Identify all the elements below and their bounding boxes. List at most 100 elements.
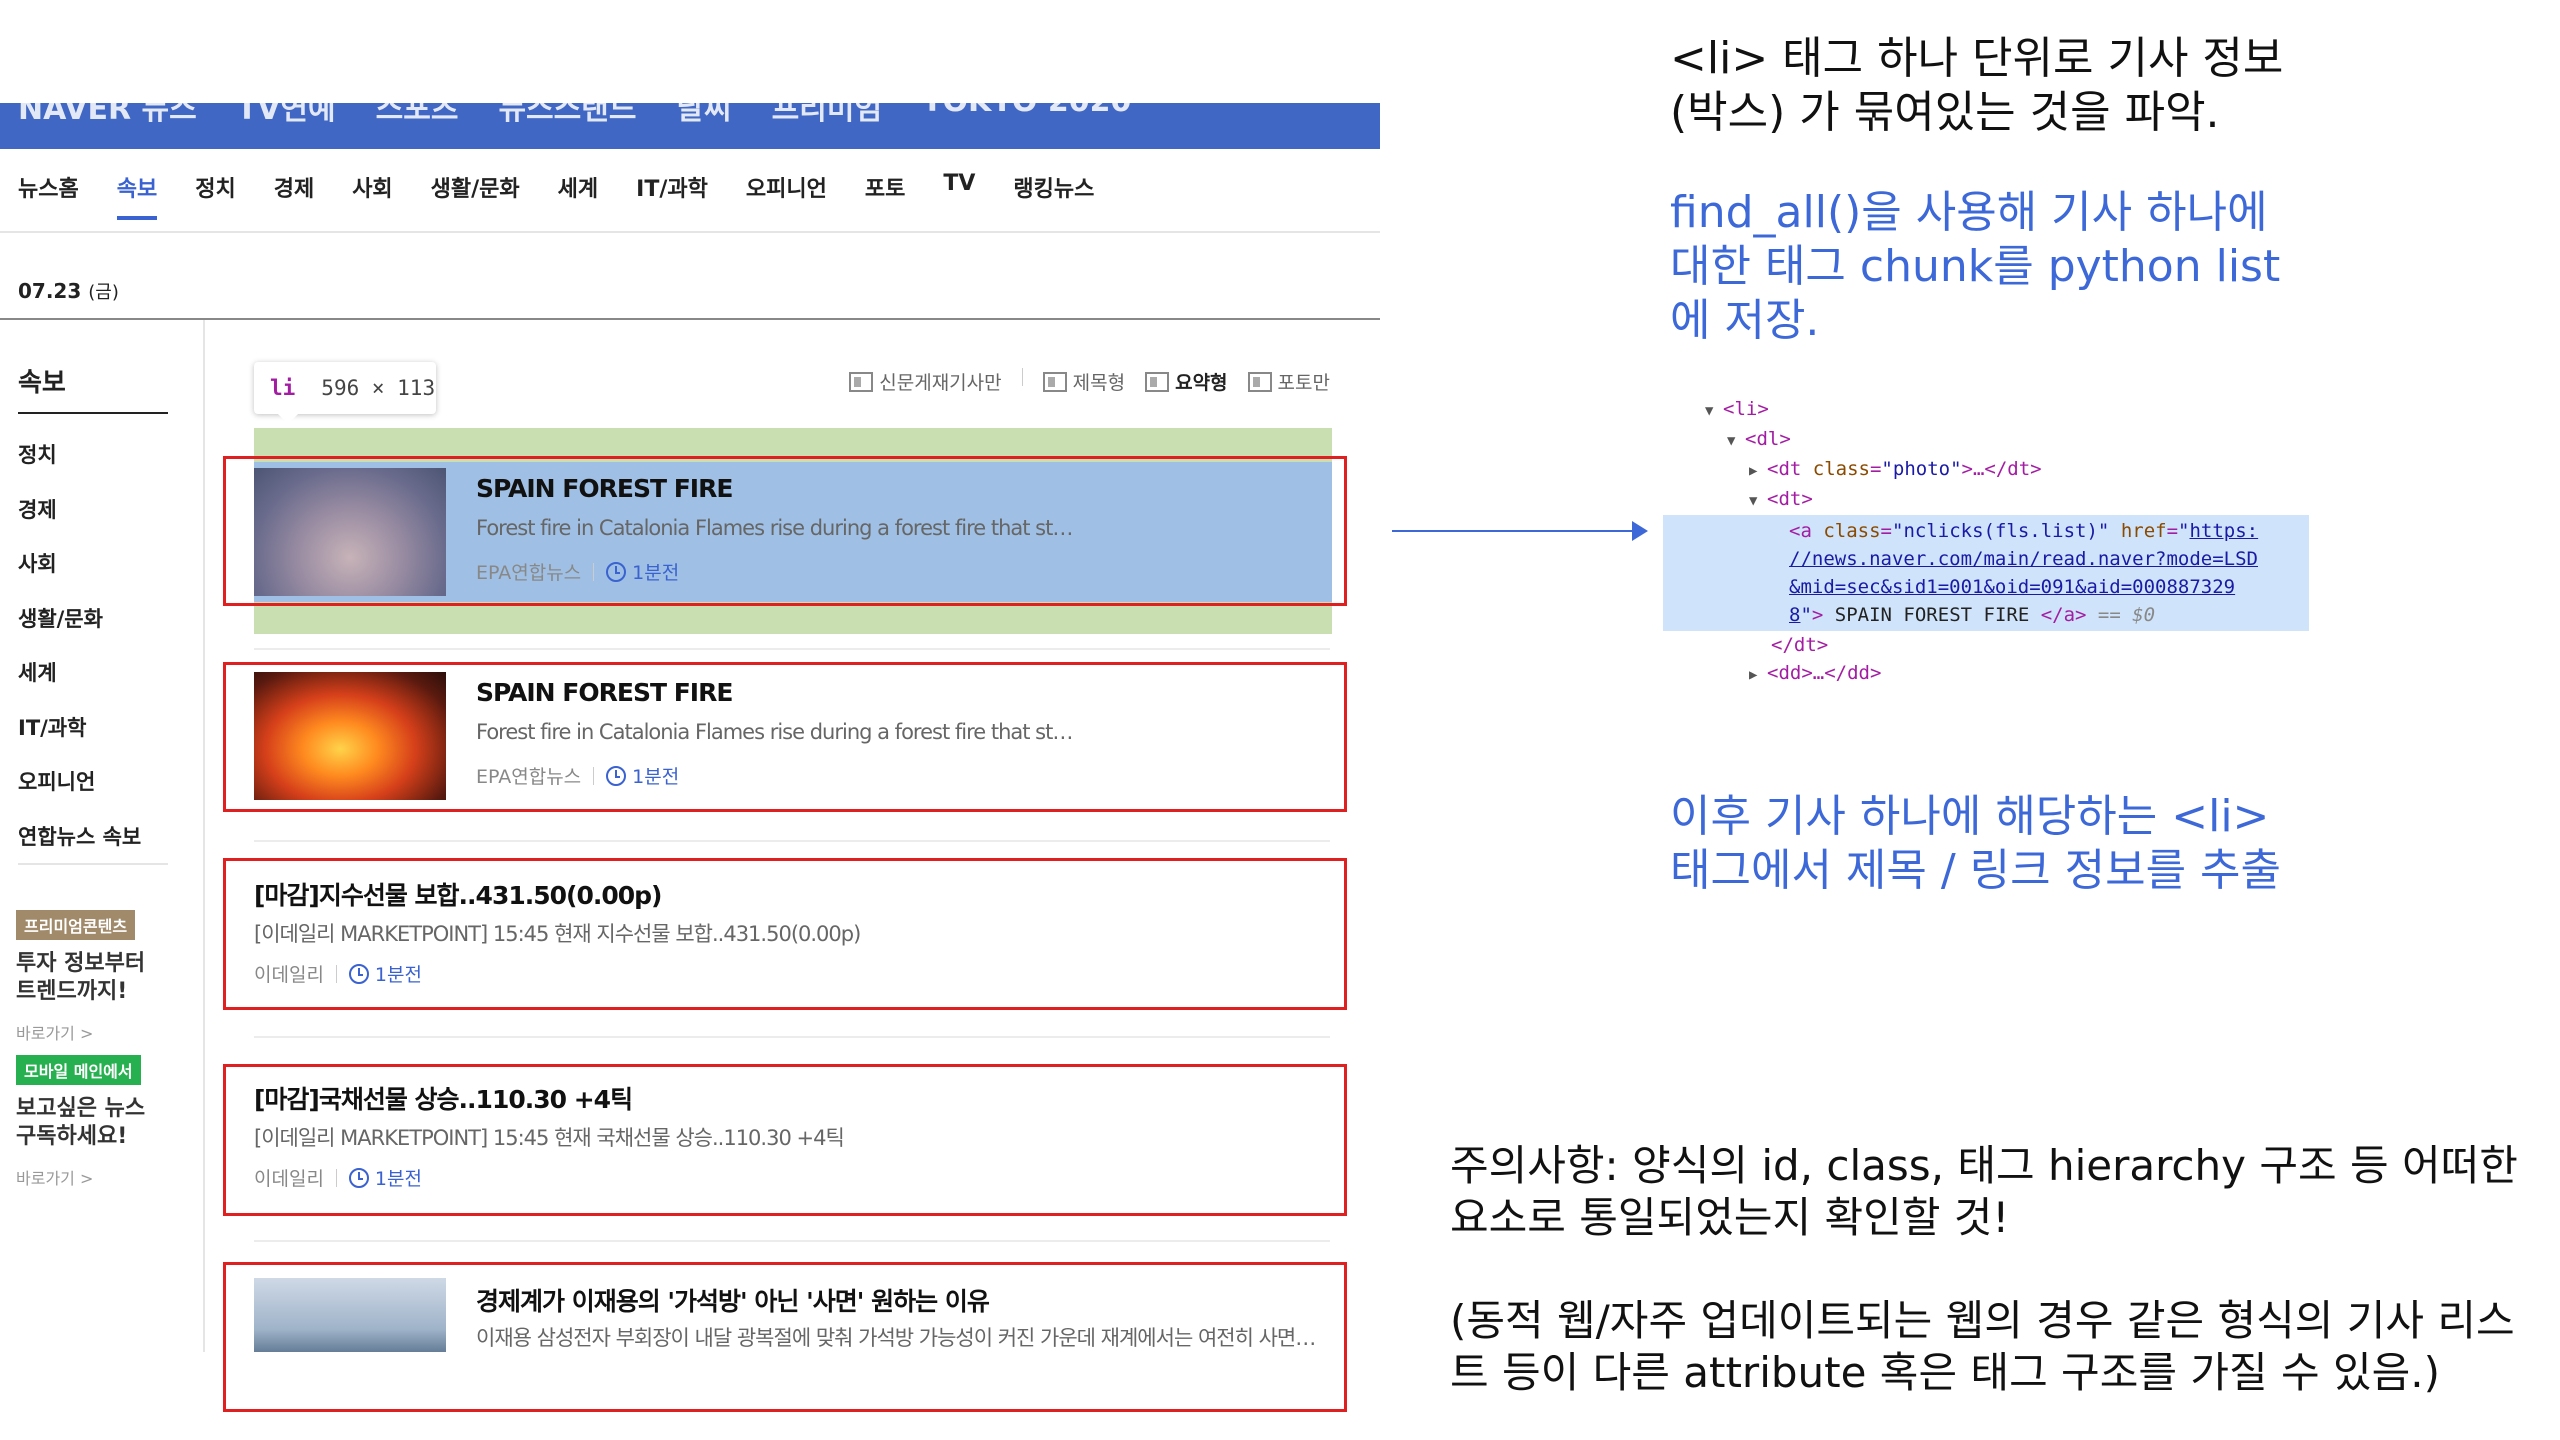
divider — [18, 863, 168, 865]
link-text: SPAIN FOREST FIRE — [1823, 604, 2041, 626]
href-link[interactable]: 8 — [1789, 604, 1800, 626]
premium-promo[interactable]: 투자 정보부터 트렌드까지! — [16, 950, 145, 1006]
triangle-down-icon: ▼ — [1705, 403, 1714, 419]
tab-it-science[interactable]: IT/과학 — [636, 171, 708, 203]
view-option-label: 요약형 — [1175, 372, 1228, 394]
dom-node-dt-photo[interactable]: ▶ <dt class="photo">…</dt> — [1665, 455, 2315, 485]
date-day: 07.23 — [18, 279, 82, 303]
sidebar-item-politics[interactable]: 정치 — [18, 428, 141, 483]
premium-link[interactable]: 바로가기 > — [16, 1020, 93, 1044]
tab-society[interactable]: 사회 — [352, 171, 392, 203]
mobile-promo[interactable]: 보고싶은 뉴스 구독하세요! — [16, 1095, 145, 1151]
tag-text: <li> — [1723, 398, 1769, 420]
view-option-summary[interactable]: 요약형 — [1145, 368, 1228, 395]
newspaper-icon — [849, 371, 874, 392]
divider — [254, 1240, 1330, 1242]
sidebar-item-society[interactable]: 사회 — [18, 537, 141, 592]
promo-line: 보고싶은 뉴스 — [16, 1096, 146, 1121]
tab-news-home[interactable]: 뉴스홈 — [18, 171, 79, 203]
divider — [254, 648, 1330, 650]
view-option-photo[interactable]: 포토만 — [1247, 368, 1330, 395]
sidebar-item-economy[interactable]: 경제 — [18, 483, 141, 538]
naver-header: NAVER 뉴스 TV연예 스포츠 뉴스스탠드 날씨 프리미엄 TOKYO 20… — [0, 0, 1380, 150]
promo-line: 트렌드까지! — [16, 979, 128, 1004]
tab-life-culture[interactable]: 생활/문화 — [431, 171, 520, 203]
warning-note: 주의사항: 양식의 id, class, 태그 hierarchy 구조 등 어… — [1450, 1141, 2518, 1242]
promo-line: 구독하세요! — [16, 1124, 128, 1149]
href-link[interactable]: https: — [2189, 520, 2258, 542]
tooltip-size: 596 × 113 — [321, 376, 436, 400]
sidebar-item-life-culture[interactable]: 생활/문화 — [18, 592, 141, 647]
devtools-dom-tree: ▼ <li> ▼ <dl> ▶ <dt class="photo">…</dt> ▼ <… — [1663, 395, 2315, 689]
href-link[interactable]: &mid=sec&sid1=001&oid=091&aid=000887329 — [1789, 576, 2235, 598]
date-weekday: (금) — [88, 282, 119, 303]
grid-icon — [1247, 371, 1272, 392]
tab-photo[interactable]: 포토 — [865, 171, 905, 203]
header-cropped-area — [0, 0, 1380, 103]
divider — [254, 840, 1330, 842]
annotation-box — [223, 1262, 1347, 1412]
note-find-all: find_all()을 사용해 기사 하나에 대한 태그 chunk를 pyth… — [1670, 187, 2281, 346]
triangle-right-icon: ▶ — [1749, 667, 1758, 683]
tag-text: <dt> — [1767, 488, 1813, 510]
view-option-label: 포토만 — [1277, 372, 1330, 394]
annotation-box — [223, 662, 1347, 812]
summary-icon — [1145, 371, 1170, 392]
annotation-box — [223, 858, 1347, 1010]
tab-opinion[interactable]: 오피니언 — [746, 171, 827, 203]
sidebar-item-opinion[interactable]: 오피니언 — [18, 755, 141, 810]
sidebar-item-yonhap[interactable]: 연합뉴스 속보 — [18, 810, 141, 865]
arrow-right-icon — [1632, 521, 1648, 541]
premium-badge: 프리미엄콘텐츠 — [16, 910, 136, 940]
divider — [254, 1036, 1330, 1038]
sidebar-item-it-science[interactable]: IT/과학 — [18, 701, 141, 756]
sidebar-title[interactable]: 속보 — [18, 362, 66, 399]
view-option-label: 신문게재기사만 — [879, 372, 1002, 394]
tab-economy[interactable]: 경제 — [274, 171, 314, 203]
separator — [1021, 368, 1023, 386]
sidebar-item-world[interactable]: 세계 — [18, 646, 141, 701]
warning-detail-note: (동적 웹/자주 업데이트되는 웹의 경우 같은 형식의 기사 리스트 등이 다… — [1450, 1296, 2515, 1397]
dom-node-li[interactable]: ▼ <li> — [1665, 395, 2315, 425]
view-option-label: 제목형 — [1072, 372, 1126, 394]
tag-text: <dl> — [1745, 428, 1791, 450]
dom-node-dt[interactable]: ▼ <dt> — [1665, 485, 2315, 515]
list-icon — [1042, 371, 1067, 392]
mobile-badge: 모바일 메인에서 — [16, 1055, 141, 1085]
triangle-right-icon: ▶ — [1749, 463, 1758, 479]
annotation-box — [223, 456, 1347, 606]
tab-ranking[interactable]: 랭킹뉴스 — [1013, 171, 1094, 203]
tab-breaking[interactable]: 속보 — [116, 171, 158, 220]
triangle-down-icon: ▼ — [1727, 433, 1736, 449]
tab-tv[interactable]: TV — [943, 171, 975, 203]
view-option-title[interactable]: 제목형 — [1042, 368, 1126, 395]
note-extract-title-link: 이후 기사 하나에 해당하는 <li> 태그에서 제목 / 링크 정보를 추출 — [1670, 791, 2281, 896]
pointer-arrow-line — [1392, 530, 1632, 532]
view-option-newspaper[interactable]: 신문게재기사만 — [849, 368, 1002, 395]
tab-politics[interactable]: 정치 — [195, 171, 235, 203]
tooltip-arrow — [278, 414, 298, 424]
sidebar: 속보 정치 경제 사회 생활/문화 세계 IT/과학 오피니언 연합뉴스 속보 … — [0, 320, 205, 1352]
promo-line: 투자 정보부터 — [16, 951, 146, 976]
tag-text: </dt> — [1771, 634, 1829, 656]
tab-world[interactable]: 세계 — [558, 171, 598, 203]
attr-value: nclicks(fls.list) — [1903, 520, 2098, 542]
dom-node-dt-close: </dt> — [1665, 631, 2315, 659]
divider — [18, 412, 168, 414]
divider — [0, 231, 1380, 233]
mobile-link[interactable]: 바로가기 > — [16, 1165, 93, 1189]
news-browser-view: NAVER 뉴스 TV연예 스포츠 뉴스스탠드 날씨 프리미엄 TOKYO 20… — [0, 0, 1380, 1352]
dom-node-dl[interactable]: ▼ <dl> — [1665, 425, 2315, 455]
devtools-element-tooltip: li 596 × 113 — [254, 362, 436, 424]
tooltip-tag: li — [270, 376, 296, 400]
tag-text: <dd>…</dd> — [1767, 662, 1882, 684]
annotation-box — [223, 1064, 1347, 1216]
view-options: 신문게재기사만 제목형 요약형 포토만 — [849, 368, 1330, 395]
attr-value: photo — [1892, 458, 1951, 480]
dom-node-dd[interactable]: ▶ <dd>…</dd> — [1665, 659, 2315, 689]
dom-node-a-selected[interactable]: <a class="nclicks(fls.list)" href="https… — [1663, 515, 2309, 631]
sidebar-list: 정치 경제 사회 생활/문화 세계 IT/과학 오피니언 연합뉴스 속보 — [18, 428, 141, 864]
href-link[interactable]: //news.naver.com/main/read.naver?mode=LS… — [1789, 548, 2258, 570]
triangle-down-icon: ▼ — [1749, 493, 1758, 509]
selected-marker: == $0 — [2097, 604, 2156, 626]
